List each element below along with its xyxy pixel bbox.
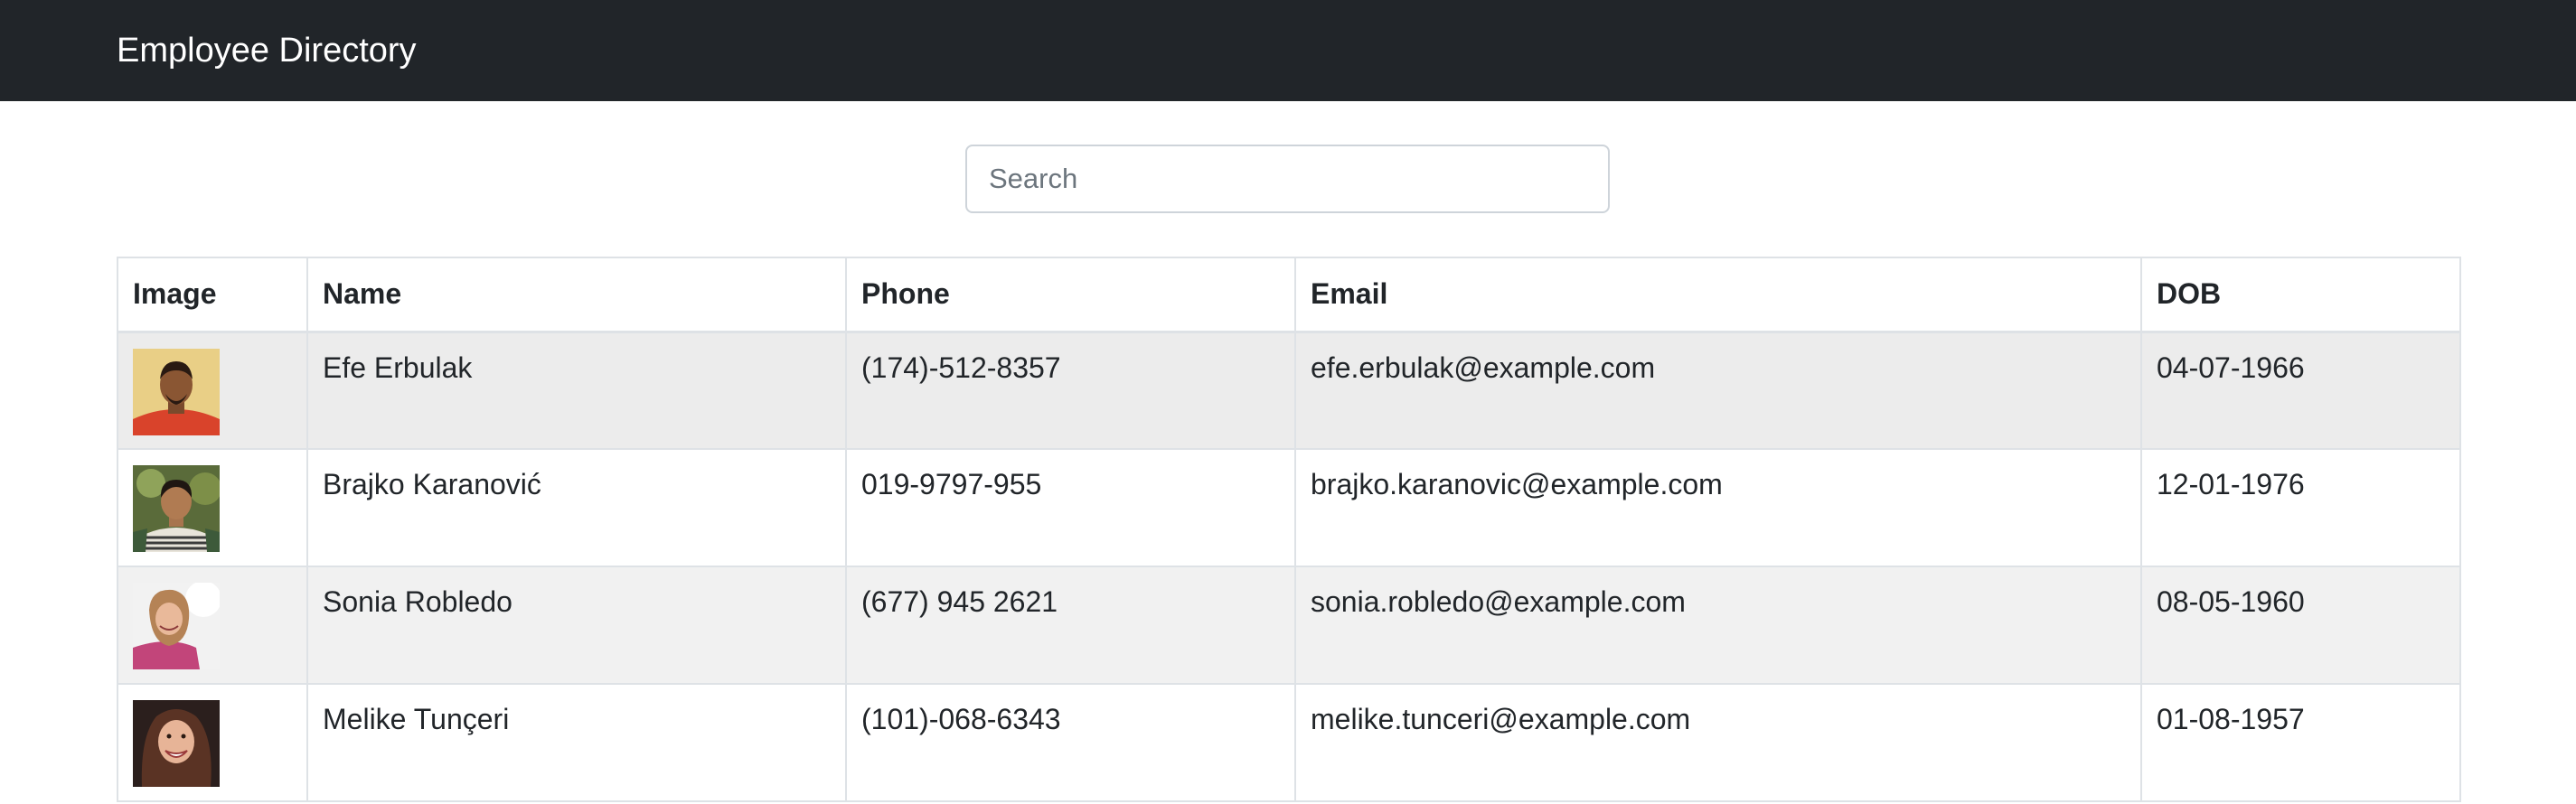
column-header-name[interactable]: Name: [306, 257, 847, 333]
table-row: Sonia Robledo (677) 945 2621 sonia.roble…: [117, 566, 2461, 685]
cell-name: Efe Erbulak: [306, 331, 847, 450]
cell-dob: 04-07-1966: [2140, 331, 2461, 450]
employee-table: Image Name Phone Email DOB Efe Erbulak (…: [117, 257, 2461, 802]
cell-name: Sonia Robledo: [306, 566, 847, 685]
cell-image: [117, 566, 308, 685]
column-header-image[interactable]: Image: [117, 257, 308, 333]
avatar: [133, 700, 220, 787]
cell-image: [117, 683, 308, 802]
column-header-phone[interactable]: Phone: [845, 257, 1296, 333]
column-header-dob[interactable]: DOB: [2140, 257, 2461, 333]
header-row: Image Name Phone Email DOB: [117, 257, 2461, 333]
cell-email: brajko.karanovic@example.com: [1294, 448, 2142, 567]
table-row: Melike Tunçeri (101)-068-6343 melike.tun…: [117, 683, 2461, 802]
search-input[interactable]: [965, 145, 1610, 213]
cell-phone: 019-9797-955: [845, 448, 1296, 567]
app-title[interactable]: Employee Directory: [117, 0, 417, 101]
cell-phone: (101)-068-6343: [845, 683, 1296, 802]
cell-name: Melike Tunçeri: [306, 683, 847, 802]
table-row: Efe Erbulak (174)-512-8357 efe.erbulak@e…: [117, 331, 2461, 450]
cell-email: efe.erbulak@example.com: [1294, 331, 2142, 450]
avatar: [133, 465, 220, 552]
table-body: Efe Erbulak (174)-512-8357 efe.erbulak@e…: [117, 331, 2461, 802]
cell-dob: 01-08-1957: [2140, 683, 2461, 802]
cell-email: sonia.robledo@example.com: [1294, 566, 2142, 685]
cell-image: [117, 331, 308, 450]
navbar: Employee Directory: [0, 0, 2576, 101]
avatar: [133, 583, 220, 669]
table-header: Image Name Phone Email DOB: [117, 257, 2461, 333]
cell-image: [117, 448, 308, 567]
cell-phone: (677) 945 2621: [845, 566, 1296, 685]
avatar: [133, 348, 220, 435]
cell-phone: (174)-512-8357: [845, 331, 1296, 450]
cell-name: Brajko Karanović: [306, 448, 847, 567]
search-container: [965, 145, 1610, 213]
table-row: Brajko Karanović 019-9797-955 brajko.kar…: [117, 448, 2461, 567]
cell-dob: 12-01-1976: [2140, 448, 2461, 567]
cell-email: melike.tunceri@example.com: [1294, 683, 2142, 802]
cell-dob: 08-05-1960: [2140, 566, 2461, 685]
column-header-email[interactable]: Email: [1294, 257, 2142, 333]
